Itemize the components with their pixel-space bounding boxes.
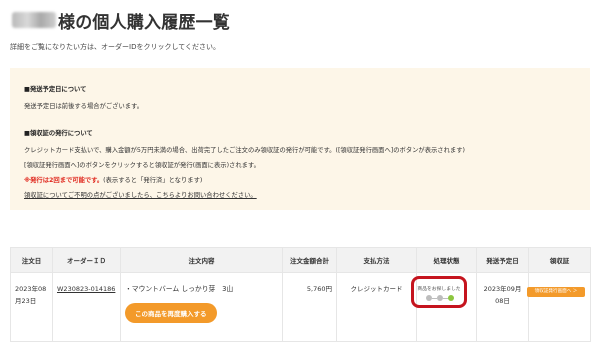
payment-method: クレジットカード — [350, 285, 403, 293]
col-header-order-id: オーダーＩＤ — [52, 247, 121, 273]
ship-date: 2023年09月08日 — [483, 285, 522, 305]
receipt-issue-button[interactable]: 領収証発行画面へ ＞ — [527, 287, 585, 297]
table-row: 2023年08月23日 W230823-014186 ・マウントバーム しっかり… — [10, 272, 591, 342]
cell-order-date: 2023年08月23日 — [10, 272, 53, 342]
page-title: 様の個人購入履歴一覧 — [58, 12, 230, 33]
cell-amount: 5,760円 — [282, 272, 337, 342]
notice-box: ■発送予定日について 発送予定日は前後する場合がございます。 ■領収証の発行につ… — [10, 68, 590, 210]
reorder-button[interactable]: この商品を再度購入する — [125, 303, 217, 323]
receipt-limit-detail: (表示すると「発行済」となります) — [103, 177, 203, 184]
col-header-order-content: 注文内容 — [120, 247, 283, 273]
cell-receipt — [528, 272, 591, 342]
col-header-amount: 注文金額合計 — [282, 247, 337, 273]
table-header-row: 注文日 オーダーＩＤ 注文内容 注文金額合計 支払方法 処理状態 発送予定日 領… — [10, 247, 591, 273]
redacted-user-name — [12, 12, 56, 28]
col-header-ship-date: 発送予定日 — [476, 247, 529, 273]
ship-date-heading: ■発送予定日について — [24, 86, 87, 93]
col-header-order-date: 注文日 — [10, 247, 53, 273]
receipt-text-2: [領収証発行画面へ]のボタンをクリックすると領収証が発行(画面に表示)されます。 — [24, 162, 260, 169]
order-item-name: ・マウントバーム しっかり芽 3山 — [125, 285, 234, 293]
cell-order-id: W230823-014186 — [52, 272, 121, 342]
status-highlight: 商品をお探しました — [411, 276, 467, 308]
receipt-heading: ■領収証の発行について — [24, 130, 93, 137]
purchase-history-table: 注文日 オーダーＩＤ 注文内容 注文金額合計 支払方法 処理状態 発送予定日 領… — [10, 247, 591, 342]
order-amount: 5,760円 — [306, 285, 332, 293]
cell-ship-date: 2023年09月08日 — [476, 272, 529, 342]
receipt-text-1: クレジットカード支払いで、購入金額が5万円未満の場合、出荷完了したご注文のみ領収… — [24, 147, 465, 154]
order-id-link[interactable]: W230823-014186 — [57, 283, 116, 295]
col-header-payment: 支払方法 — [336, 247, 417, 273]
receipt-limit-warning: ※発行は2回まで可能です。 — [24, 177, 104, 184]
ship-date-text: 発送予定日は前後する場合がございます。 — [24, 103, 144, 110]
receipt-contact-link[interactable]: 領収証についてご不明の点がございましたら、こちらよりお問い合わせください。 — [24, 190, 257, 199]
col-header-status: 処理状態 — [416, 247, 477, 273]
status-text: 商品をお探しました — [417, 287, 461, 292]
status-progress — [426, 295, 454, 301]
cell-payment: クレジットカード — [336, 272, 417, 342]
cell-order-content: ・マウントバーム しっかり芽 3山 この商品を再度購入する — [120, 272, 283, 342]
page-header: 様の個人購入履歴一覧 — [12, 8, 230, 33]
intro-text: 詳細をご覧になりたい方は、オーダーIDをクリックしてください。 — [10, 43, 221, 51]
status-step-3 — [448, 295, 454, 301]
receipt-limit-note: ※発行は2回まで可能です。(表示すると「発行済」となります) — [24, 175, 202, 184]
order-date: 2023年08月23日 — [15, 285, 47, 305]
col-header-receipt: 領収証 — [528, 247, 591, 273]
